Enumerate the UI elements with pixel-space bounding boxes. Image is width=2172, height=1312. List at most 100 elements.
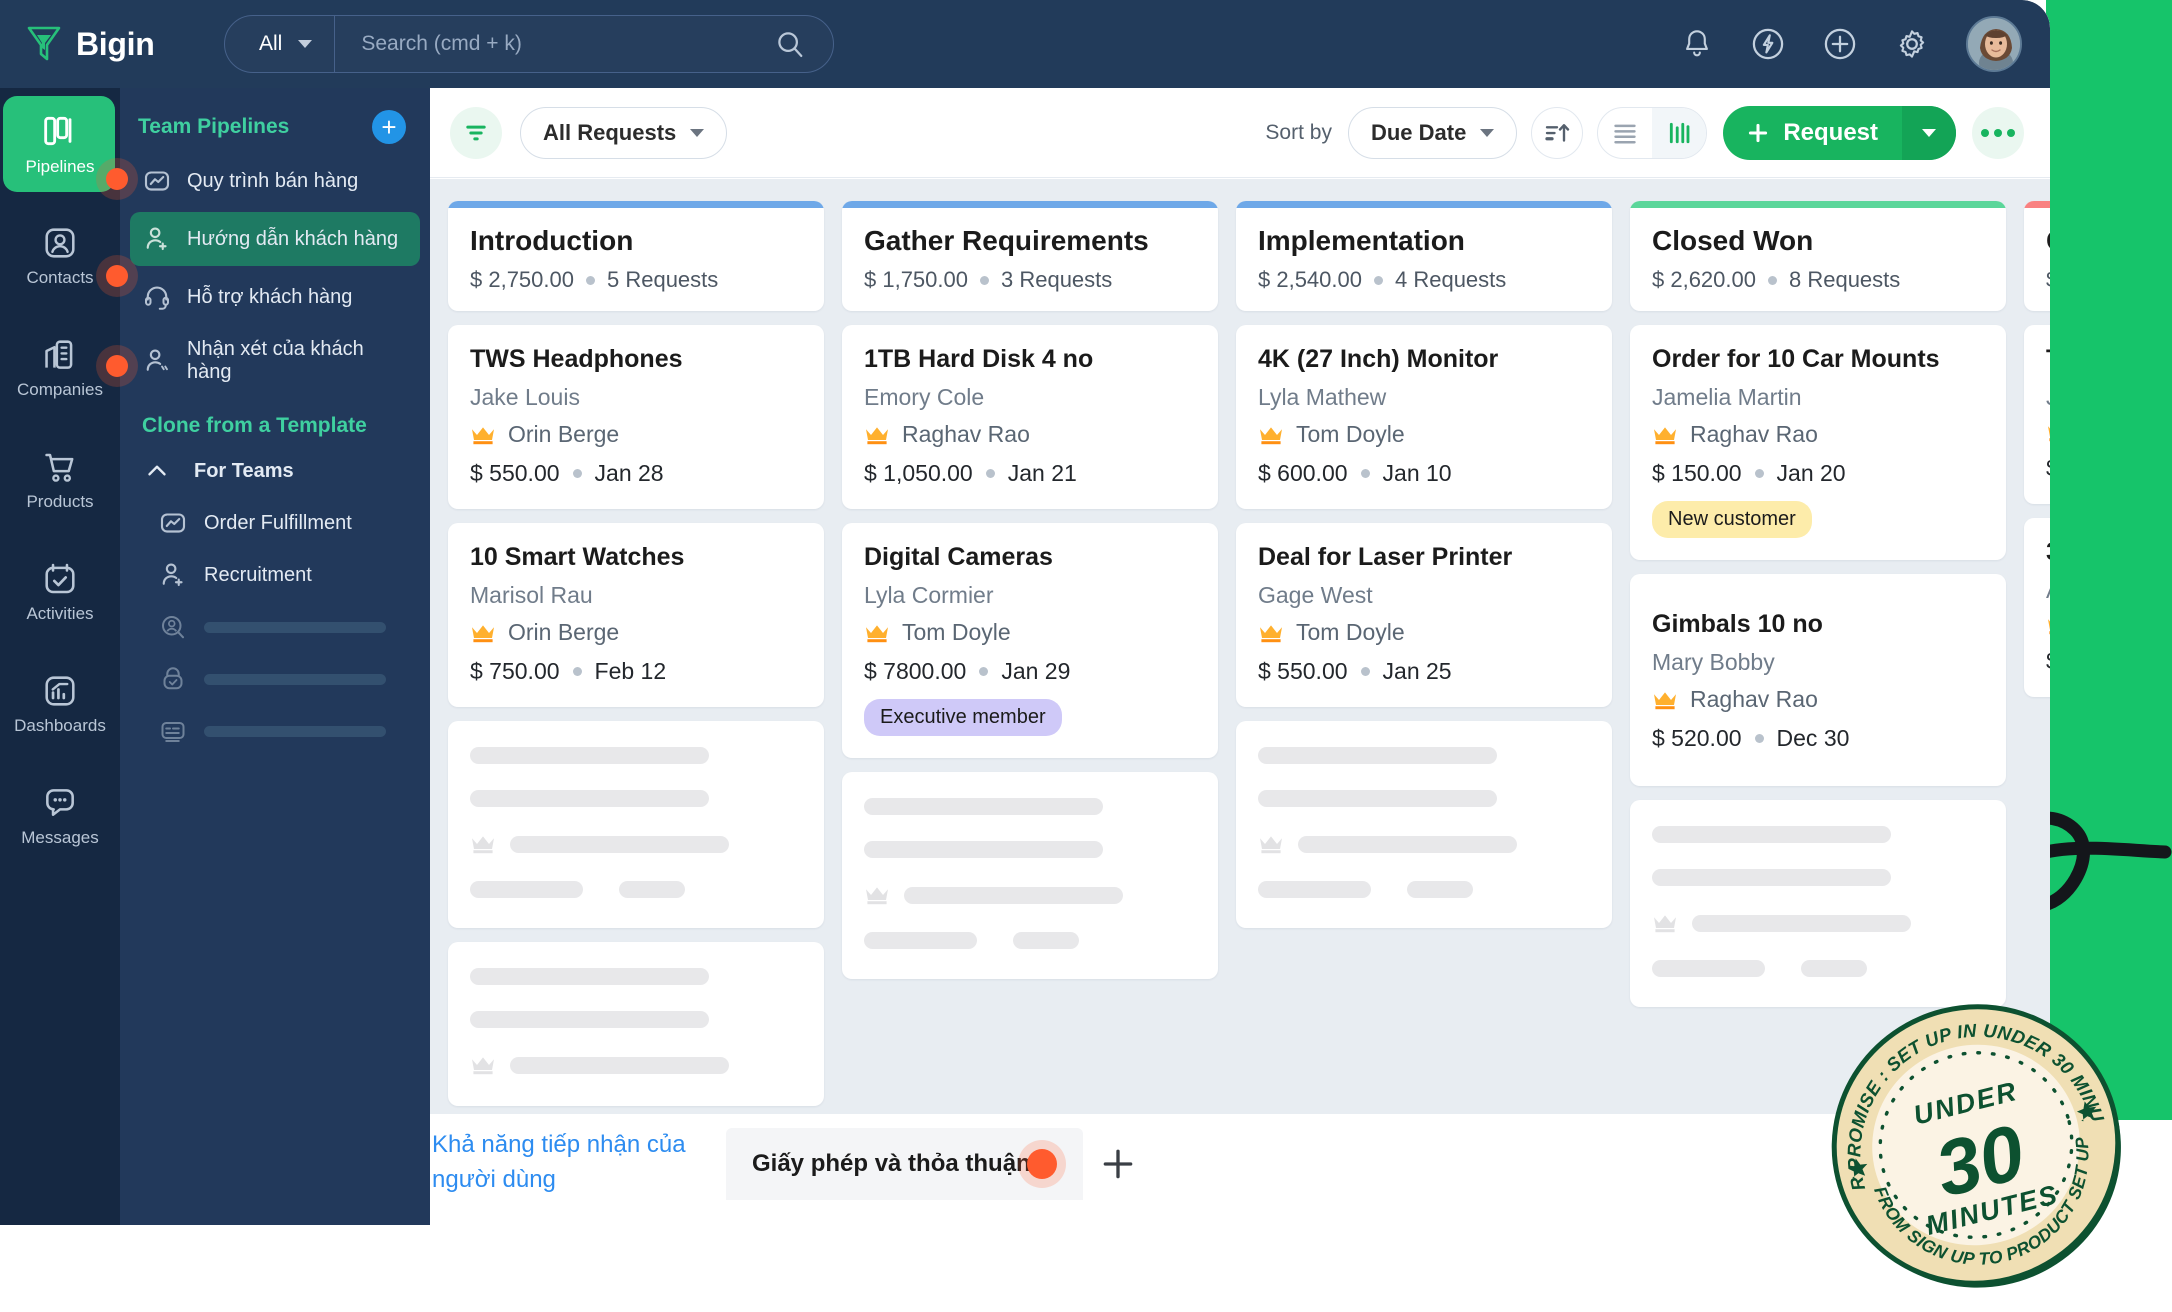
- sidebar-item-pipelines[interactable]: Pipelines: [0, 88, 120, 200]
- deal-card[interactable]: Deal for Laser Printer Gage West Tom Doy…: [1236, 523, 1612, 707]
- sidebar-item-dashboards[interactable]: Dashboards: [0, 648, 120, 760]
- deal-title: 4K (27 Inch) Monitor: [1258, 345, 1499, 373]
- sidebar-item-contacts[interactable]: Contacts: [0, 200, 120, 312]
- deal-owner-name: Orin Berge: [508, 421, 620, 447]
- add-tab-button[interactable]: [1083, 1128, 1153, 1200]
- deal-card[interactable]: TWS Headphones Jake Louis Orin Berge $ 5…: [448, 325, 824, 509]
- plus-icon: [1103, 1149, 1133, 1179]
- column-amount: $ 2,540.00: [1258, 267, 1362, 292]
- sidebar-item-label: Messages: [21, 828, 99, 847]
- deal-card[interactable]: Order for 10 Car Mounts Jamelia Martin R…: [1630, 325, 2006, 560]
- template-group-label: For Teams: [194, 459, 294, 482]
- add-request-label: Request: [1783, 118, 1878, 146]
- column-amount: $ 1,750.00: [864, 267, 968, 292]
- tab-giay-phep-va-thoa-thuan[interactable]: Giấy phép và thỏa thuận: [726, 1128, 1083, 1200]
- skeleton-line: [1800, 960, 1868, 977]
- pipeline-item-nhan-xet-cua-khach-hang[interactable]: Nhận xét của khách hàng: [130, 328, 420, 394]
- status-badge: Executive member: [864, 699, 1062, 736]
- add-pipeline-button[interactable]: +: [372, 110, 406, 144]
- board-area: All Requests Sort by Due Date Request In…: [430, 88, 2050, 1225]
- deal-card[interactable]: 30 C Amy $ 9,: [2024, 518, 2050, 697]
- crown-icon: [1654, 426, 1676, 444]
- plus-circle-icon[interactable]: [1822, 26, 1858, 62]
- column-name: Clo: [2046, 225, 2050, 257]
- app-window: Bigin All Search (cmd + k) Pipelines Con…: [0, 0, 2050, 1225]
- avatar[interactable]: [1966, 16, 2022, 72]
- template-item-order-fulfillment[interactable]: Order Fulfillment: [130, 498, 420, 548]
- global-search[interactable]: All: [224, 15, 834, 73]
- template-item-recruitment[interactable]: Recruitment: [130, 550, 420, 600]
- column-header: Implementation $ 2,540.00 4 Requests: [1236, 201, 1612, 311]
- gear-icon[interactable]: [1894, 26, 1930, 62]
- template-group-for-teams[interactable]: For Teams: [130, 446, 420, 496]
- deal-contact: Mary Bobby: [1652, 649, 1775, 675]
- search-scope-dropdown[interactable]: All: [225, 16, 336, 72]
- user-search-icon: [162, 616, 184, 639]
- board-toolbar: All Requests Sort by Due Date Request: [430, 88, 2050, 178]
- deal-card[interactable]: 1TB Hard Disk 4 no Emory Cole Raghav Rao: [842, 325, 1218, 509]
- sidebar-item-messages[interactable]: Messages: [0, 760, 120, 872]
- deal-owner-name: Tom Doyle: [1296, 421, 1405, 447]
- deal-date: Jan 29: [1001, 658, 1071, 684]
- kanban-view-button[interactable]: [1652, 107, 1707, 158]
- pipeline-item-ho-tro-khach-hang[interactable]: Hỗ trợ khách hàng: [130, 270, 420, 324]
- sidebar-item-products[interactable]: Products: [0, 424, 120, 536]
- deal-contact: Emory Cole: [864, 384, 985, 410]
- column-header: Gather Requirements $ 1,750.00 3 Request…: [842, 201, 1218, 311]
- sidebar-item-label: Pipelines: [25, 157, 95, 176]
- column-amount: $ 2,750.00: [470, 267, 574, 292]
- skeleton-bar: [204, 673, 386, 685]
- more-options-button[interactable]: [1972, 106, 2024, 159]
- template-skeleton-item: [130, 654, 420, 704]
- sort-field-dropdown[interactable]: Due Date: [1347, 106, 1518, 159]
- bell-icon[interactable]: [1680, 27, 1714, 61]
- brand-name: Bigin: [76, 25, 155, 62]
- crown-icon: [472, 836, 494, 854]
- deal-card[interactable]: 10 Smart Watches Marisol Rau Orin Berge: [448, 523, 824, 707]
- deal-date: Jan 20: [1776, 460, 1846, 486]
- sidebar-item-companies[interactable]: Companies: [0, 312, 120, 424]
- separator-dot: [1360, 667, 1370, 676]
- pipeline-item-huong-dan-khach-hang[interactable]: Hướng dẫn khách hàng: [130, 212, 420, 266]
- list-view-button[interactable]: [1598, 108, 1652, 158]
- add-request-main[interactable]: Request: [1723, 106, 1902, 160]
- deal-card[interactable]: Gimbals 10 no Mary Bobby Raghav Rao $ 52…: [1630, 574, 2006, 786]
- deal-contact: Marisol Rau: [470, 582, 593, 608]
- deal-owner: Raghav Rao: [864, 421, 1196, 448]
- sidebar-item-activities[interactable]: Activities: [0, 536, 120, 648]
- deal-date: Jan 21: [1007, 460, 1077, 486]
- crown-icon: [1260, 426, 1282, 444]
- deal-card[interactable]: Digital Cameras Lyla Cormier Tom Doyle $…: [842, 523, 1218, 758]
- skeleton-card: [448, 721, 824, 928]
- user-add-icon: [162, 563, 183, 587]
- search-icon[interactable]: [775, 29, 805, 59]
- add-request-split[interactable]: [1902, 105, 1956, 160]
- column-count: 3 Requests: [1000, 267, 1113, 292]
- column-amount: $ 16: [2046, 267, 2050, 293]
- deal-card[interactable]: TWS Jake $ 3,: [2024, 325, 2050, 504]
- sort-order-button[interactable]: [1531, 106, 1584, 159]
- pipeline-label: Quy trình bán hàng: [187, 169, 359, 192]
- deal-card[interactable]: 4K (27 Inch) Monitor Lyla Mathew Tom Doy…: [1236, 325, 1612, 509]
- deal-date: Dec 30: [1776, 725, 1850, 751]
- deal-date: Jan 10: [1382, 460, 1452, 486]
- add-request-button[interactable]: Request: [1723, 105, 1956, 160]
- search-input[interactable]: [335, 16, 775, 72]
- more-dots-icon: [1981, 128, 1989, 137]
- pipelines-icon: [44, 116, 72, 146]
- skeleton-line: [510, 1056, 730, 1074]
- kanban-column: Implementation $ 2,540.00 4 Requests 4K …: [1236, 201, 1612, 1225]
- view-filter-dropdown[interactable]: All Requests: [520, 106, 728, 159]
- column-amount: $ 2,620.00: [1652, 267, 1756, 292]
- crown-icon: [472, 624, 494, 642]
- deal-owner-name: Raghav Rao: [902, 421, 1030, 447]
- pipeline-item-quy-trinh-ban-hang[interactable]: Quy trình bán hàng: [130, 154, 420, 208]
- filter-button[interactable]: [450, 106, 502, 159]
- deal-owner: Orin Berge: [470, 421, 802, 448]
- sort-field-value: Due Date: [1370, 119, 1467, 145]
- column-cards: Order for 10 Car Mounts Jamelia Martin R…: [1630, 325, 2006, 1007]
- deal-owner-name: Raghav Rao: [1690, 686, 1818, 712]
- products-cart-icon: [45, 453, 74, 482]
- lightning-circle-icon[interactable]: [1750, 26, 1786, 62]
- skeleton-line: [1652, 869, 1892, 886]
